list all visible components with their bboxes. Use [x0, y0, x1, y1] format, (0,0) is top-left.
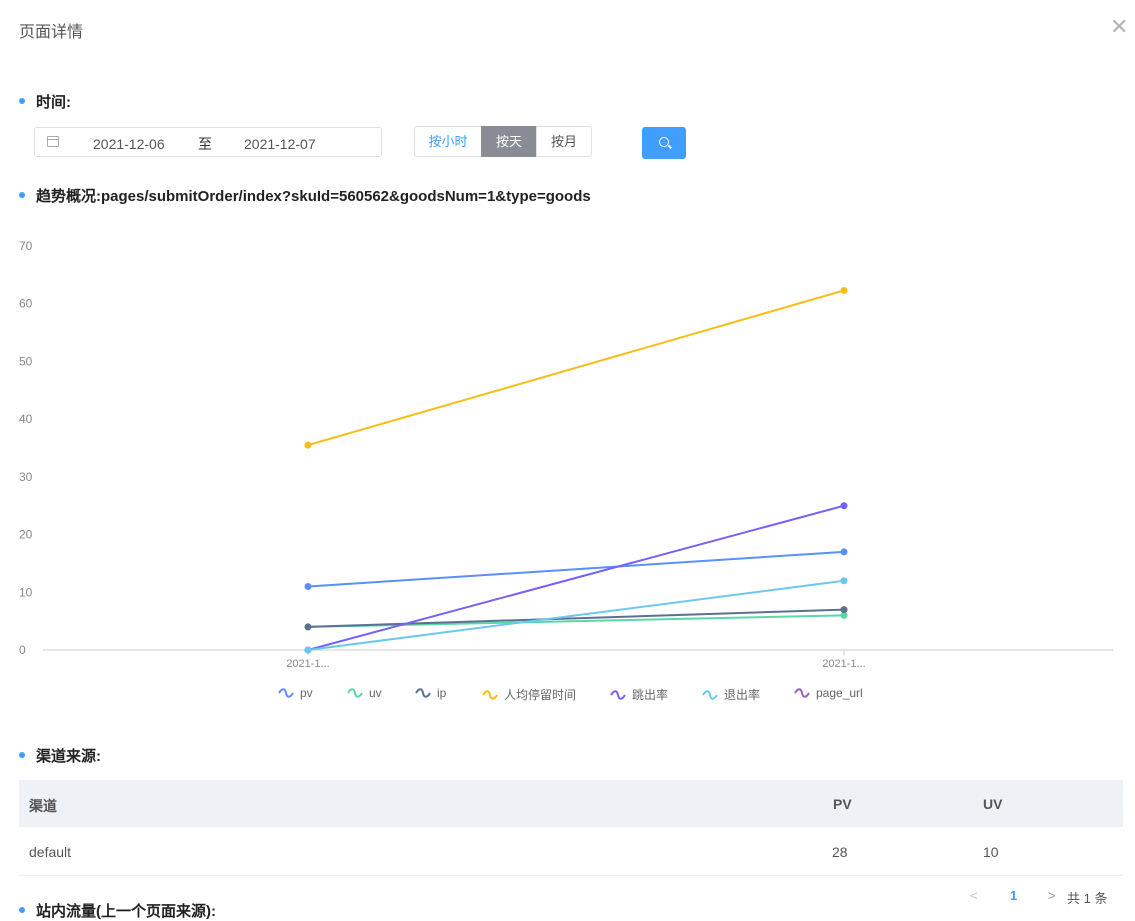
- y-tick-label: 10: [19, 585, 33, 599]
- legend-label: page_url: [816, 686, 863, 700]
- legend-line-icon: [610, 689, 626, 700]
- legend-item-pv[interactable]: pv: [278, 686, 313, 700]
- column-header-pv: PV: [833, 796, 852, 812]
- date-separator: 至: [198, 136, 212, 152]
- data-point-ip: [840, 606, 848, 614]
- granularity-hour-button[interactable]: 按小时: [414, 126, 482, 157]
- data-point-退出率: [304, 646, 312, 654]
- legend-label: ip: [437, 686, 447, 700]
- y-tick-label: 50: [19, 354, 33, 368]
- legend-line-icon: [702, 689, 718, 700]
- data-point-ip: [304, 623, 312, 631]
- trend-line-chart: 0 10 20 30 40 50 60 70 2021-1... 2021-1...: [19, 239, 1113, 670]
- close-icon[interactable]: ✕: [1110, 16, 1128, 38]
- trend-section-title: 趋势概况:pages/submitOrder/index?skuId=56056…: [36, 188, 591, 205]
- legend-label: 退出率: [724, 688, 761, 702]
- start-date-input[interactable]: 2021-12-06: [93, 136, 165, 152]
- internal-traffic-section-title: 站内流量(上一个页面来源):: [36, 903, 216, 920]
- page-number-1[interactable]: 1: [1010, 888, 1017, 903]
- y-tick-label: 40: [19, 412, 33, 426]
- series-line-人均停留时间: [307, 289, 845, 447]
- y-tick-label: 70: [19, 239, 33, 253]
- time-section-title: 时间:: [36, 94, 71, 111]
- table-row-divider: [19, 875, 1123, 876]
- legend-label: uv: [369, 686, 382, 700]
- legend-line-icon: [347, 688, 363, 698]
- series-line-pv: [307, 550, 845, 588]
- search-button[interactable]: [642, 127, 686, 159]
- section-bullet: [19, 752, 25, 758]
- legend-item-人均停留时间[interactable]: 人均停留时间: [482, 686, 576, 703]
- legend-line-icon: [278, 688, 294, 698]
- section-bullet: [19, 192, 25, 198]
- legend-item-uv[interactable]: uv: [347, 686, 382, 700]
- legend-line-icon: [794, 688, 810, 698]
- data-point-pv: [304, 583, 312, 591]
- legend-item-跳出率[interactable]: 跳出率: [610, 686, 668, 703]
- prev-page-button[interactable]: <: [970, 888, 978, 903]
- legend-item-ip[interactable]: ip: [415, 686, 446, 700]
- section-bullet: [19, 907, 25, 913]
- legend-line-icon: [482, 689, 498, 700]
- y-tick-label: 0: [19, 643, 26, 657]
- calendar-icon: [47, 136, 59, 147]
- legend-label: pv: [300, 686, 313, 700]
- legend-item-page_url[interactable]: page_url: [794, 686, 863, 700]
- channel-table-header: 渠道 PV UV: [19, 780, 1123, 827]
- x-tick-label: 2021-1...: [286, 658, 329, 670]
- y-tick-label: 60: [19, 297, 33, 311]
- table-cell-channel: default: [29, 844, 72, 860]
- y-tick-label: 20: [19, 528, 33, 542]
- date-range-picker[interactable]: 2021-12-06 至 2021-12-07: [34, 127, 382, 157]
- total-count: 共 1 条: [1067, 891, 1108, 906]
- series-line-ip: [307, 608, 845, 628]
- data-point-退出率: [840, 577, 848, 585]
- column-header-uv: UV: [983, 796, 1003, 812]
- y-tick-label: 30: [19, 470, 33, 484]
- legend-label: 跳出率: [632, 688, 669, 702]
- table-cell-pv: 28: [832, 844, 848, 860]
- modal-title: 页面详情: [19, 24, 84, 41]
- data-point-跳出率: [840, 502, 848, 510]
- next-page-button[interactable]: >: [1048, 888, 1056, 903]
- series-line-跳出率: [307, 504, 845, 651]
- legend-label: 人均停留时间: [504, 688, 577, 702]
- legend-item-退出率[interactable]: 退出率: [702, 686, 760, 703]
- section-bullet: [19, 98, 25, 104]
- data-point-人均停留时间: [304, 441, 312, 449]
- data-point-人均停留时间: [840, 286, 848, 294]
- legend-line-icon: [415, 688, 431, 698]
- series-line-退出率: [307, 579, 845, 651]
- column-header-channel: 渠道: [29, 798, 57, 814]
- granularity-day-button[interactable]: 按天: [481, 126, 537, 157]
- end-date-input[interactable]: 2021-12-07: [244, 136, 316, 152]
- granularity-month-button[interactable]: 按月: [536, 126, 592, 157]
- channel-section-title: 渠道来源:: [36, 748, 101, 765]
- data-point-pv: [840, 548, 848, 556]
- x-tick-label: 2021-1...: [822, 658, 865, 670]
- table-cell-uv: 10: [983, 844, 999, 860]
